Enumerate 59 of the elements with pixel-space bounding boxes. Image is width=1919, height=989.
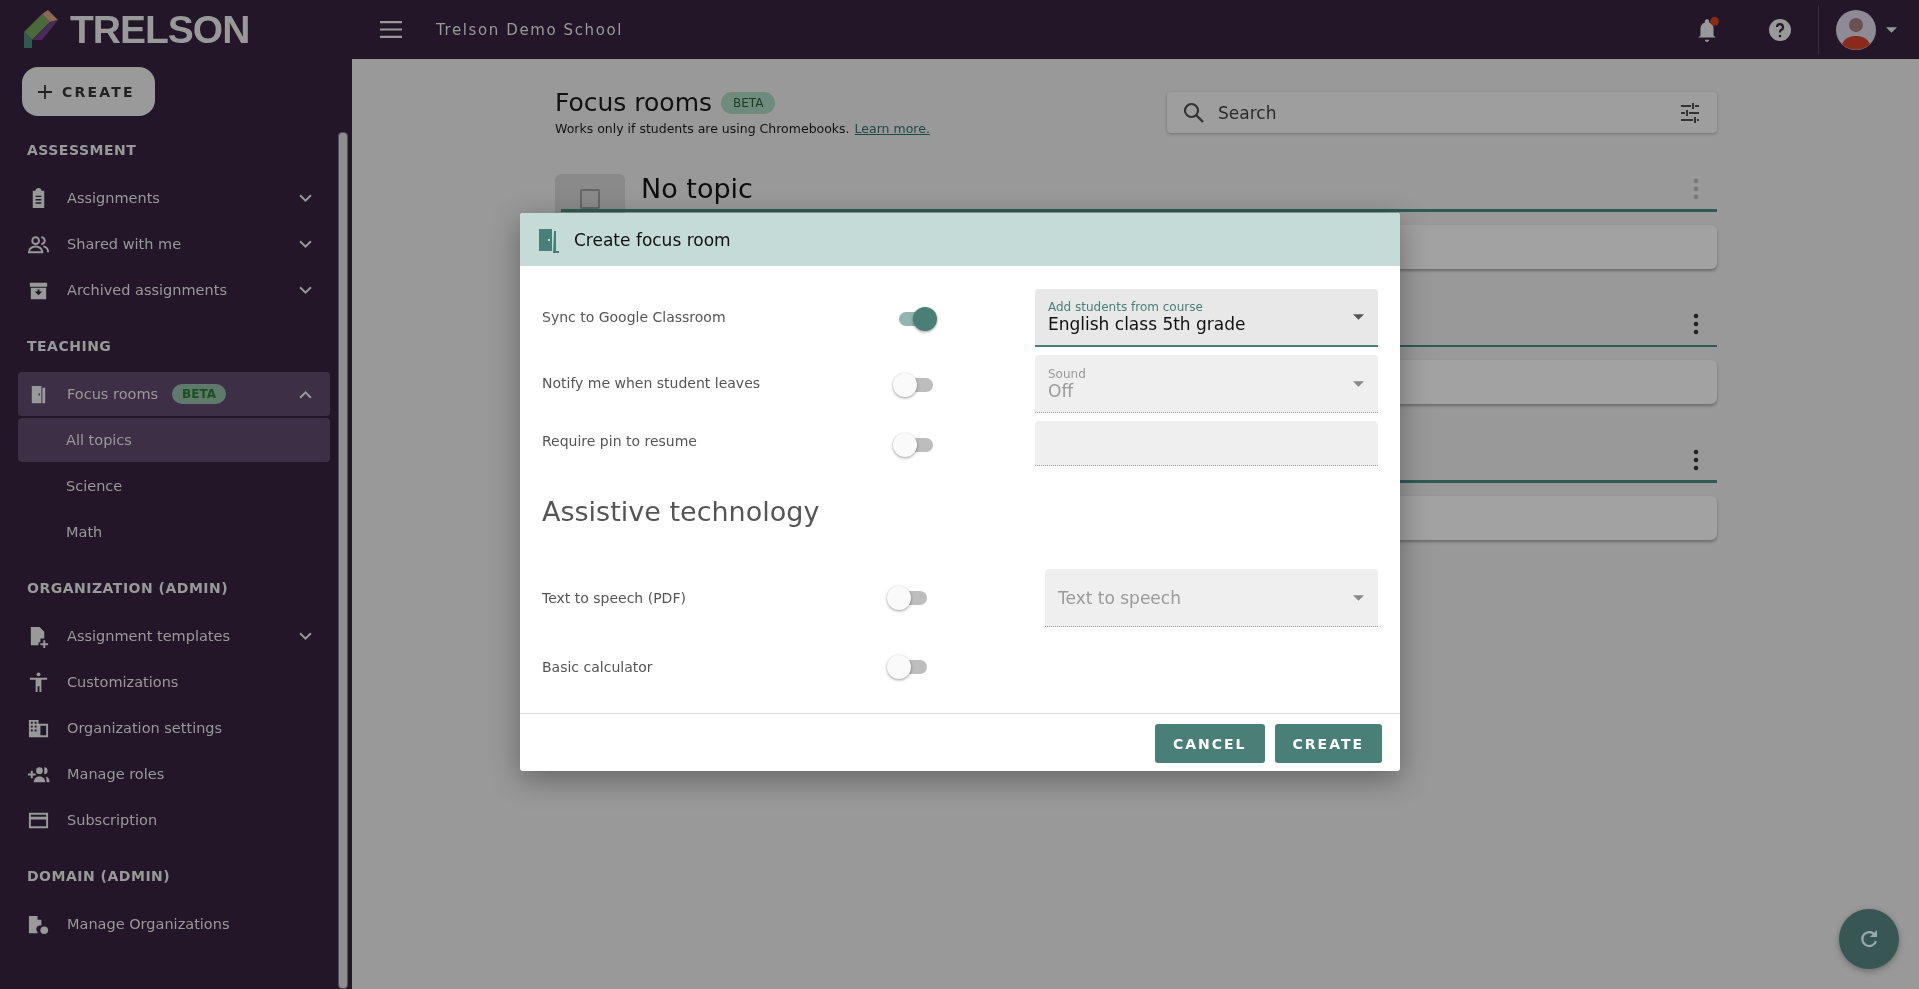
door-icon	[536, 226, 560, 253]
refresh-button[interactable]	[1839, 909, 1899, 969]
filter-sliders-icon[interactable]	[1678, 100, 1702, 125]
dropdown-caret-icon	[1353, 314, 1364, 320]
setting-label: Basic calculator	[542, 659, 654, 675]
chevron-up-icon[interactable]	[299, 389, 312, 399]
select-field[interactable]: Add students from course English class 5th grade	[1035, 289, 1378, 347]
dialog-title: Create focus room	[574, 229, 731, 250]
school-name: Trelson Demo School	[436, 20, 623, 39]
sidebar-item[interactable]: Archived assignments	[18, 268, 330, 312]
dialog-button[interactable]: CANCEL	[1154, 724, 1265, 763]
learn-more-link[interactable]: Learn more.	[854, 121, 930, 136]
sidebar-item[interactable]: Organization settings	[18, 706, 330, 750]
help-icon[interactable]	[1768, 17, 1792, 42]
avatar[interactable]	[1836, 9, 1876, 50]
chevron-down-icon[interactable]	[299, 285, 312, 295]
setting-label: Require pin to resume	[542, 432, 698, 449]
dialog-button[interactable]: CREATE	[1274, 724, 1382, 763]
section-heading: ORGANIZATION (ADMIN)	[26, 579, 230, 598]
dropdown-caret-icon	[1353, 594, 1364, 601]
chevron-down-icon[interactable]	[299, 193, 312, 203]
sidebar-subitem[interactable]: Science	[18, 464, 330, 508]
sidebar-item[interactable]: Customizations	[18, 660, 330, 704]
menu-icon[interactable]	[380, 21, 402, 38]
section-heading: DOMAIN (ADMIN)	[26, 867, 172, 886]
search-icon	[1182, 100, 1206, 125]
logo-text: TRELSON	[70, 7, 250, 52]
note-text: Works only if students are using Chromebooks.	[555, 121, 850, 136]
setting-label: Sync to Google Classroom	[542, 308, 727, 325]
chevron-down-icon[interactable]	[299, 239, 312, 249]
sidebar-item[interactable]: Subscription	[18, 798, 330, 842]
sidebar-item[interactable]: Focus rooms BETA	[18, 372, 330, 416]
beta-badge: BETA	[721, 91, 776, 114]
sidebar-subitem[interactable]: Math	[18, 510, 330, 554]
sidebar-item[interactable]: Manage Organizations	[18, 902, 330, 946]
setting-label: Notify me when student leaves	[542, 374, 762, 391]
scrollbar[interactable]	[338, 132, 348, 989]
page-title: Focus rooms	[555, 88, 713, 117]
topic-title: No topic	[641, 173, 753, 204]
sidebar-item[interactable]: Manage roles	[18, 752, 330, 796]
section-title: Assistive technology	[542, 496, 820, 529]
section-heading: TEACHING	[26, 337, 113, 356]
dropdown-caret-icon	[1353, 380, 1364, 387]
sidebar-item[interactable]: Assignments	[18, 176, 330, 220]
setting-label: Text to speech (PDF)	[542, 590, 687, 606]
beta-badge: BETA	[172, 384, 226, 404]
sidebar-item[interactable]: Assignment templates	[18, 614, 330, 658]
create-button[interactable]: CREATE	[22, 67, 155, 116]
more-options-icon[interactable]	[1693, 313, 1699, 335]
chevron-down-icon[interactable]	[299, 631, 312, 641]
sidebar-subitem[interactable]: All topics	[18, 418, 330, 462]
section-heading: ASSESSMENT	[26, 141, 138, 160]
accessibility-person-icon	[27, 670, 50, 694]
plus-icon	[38, 84, 52, 99]
search-input[interactable]: Search	[1216, 101, 1668, 124]
more-options-icon[interactable]	[1693, 448, 1699, 471]
search-field[interactable]: Search	[1167, 92, 1717, 133]
sidebar-item[interactable]: Shared with me	[18, 222, 330, 266]
caret-icon[interactable]	[1886, 26, 1897, 33]
